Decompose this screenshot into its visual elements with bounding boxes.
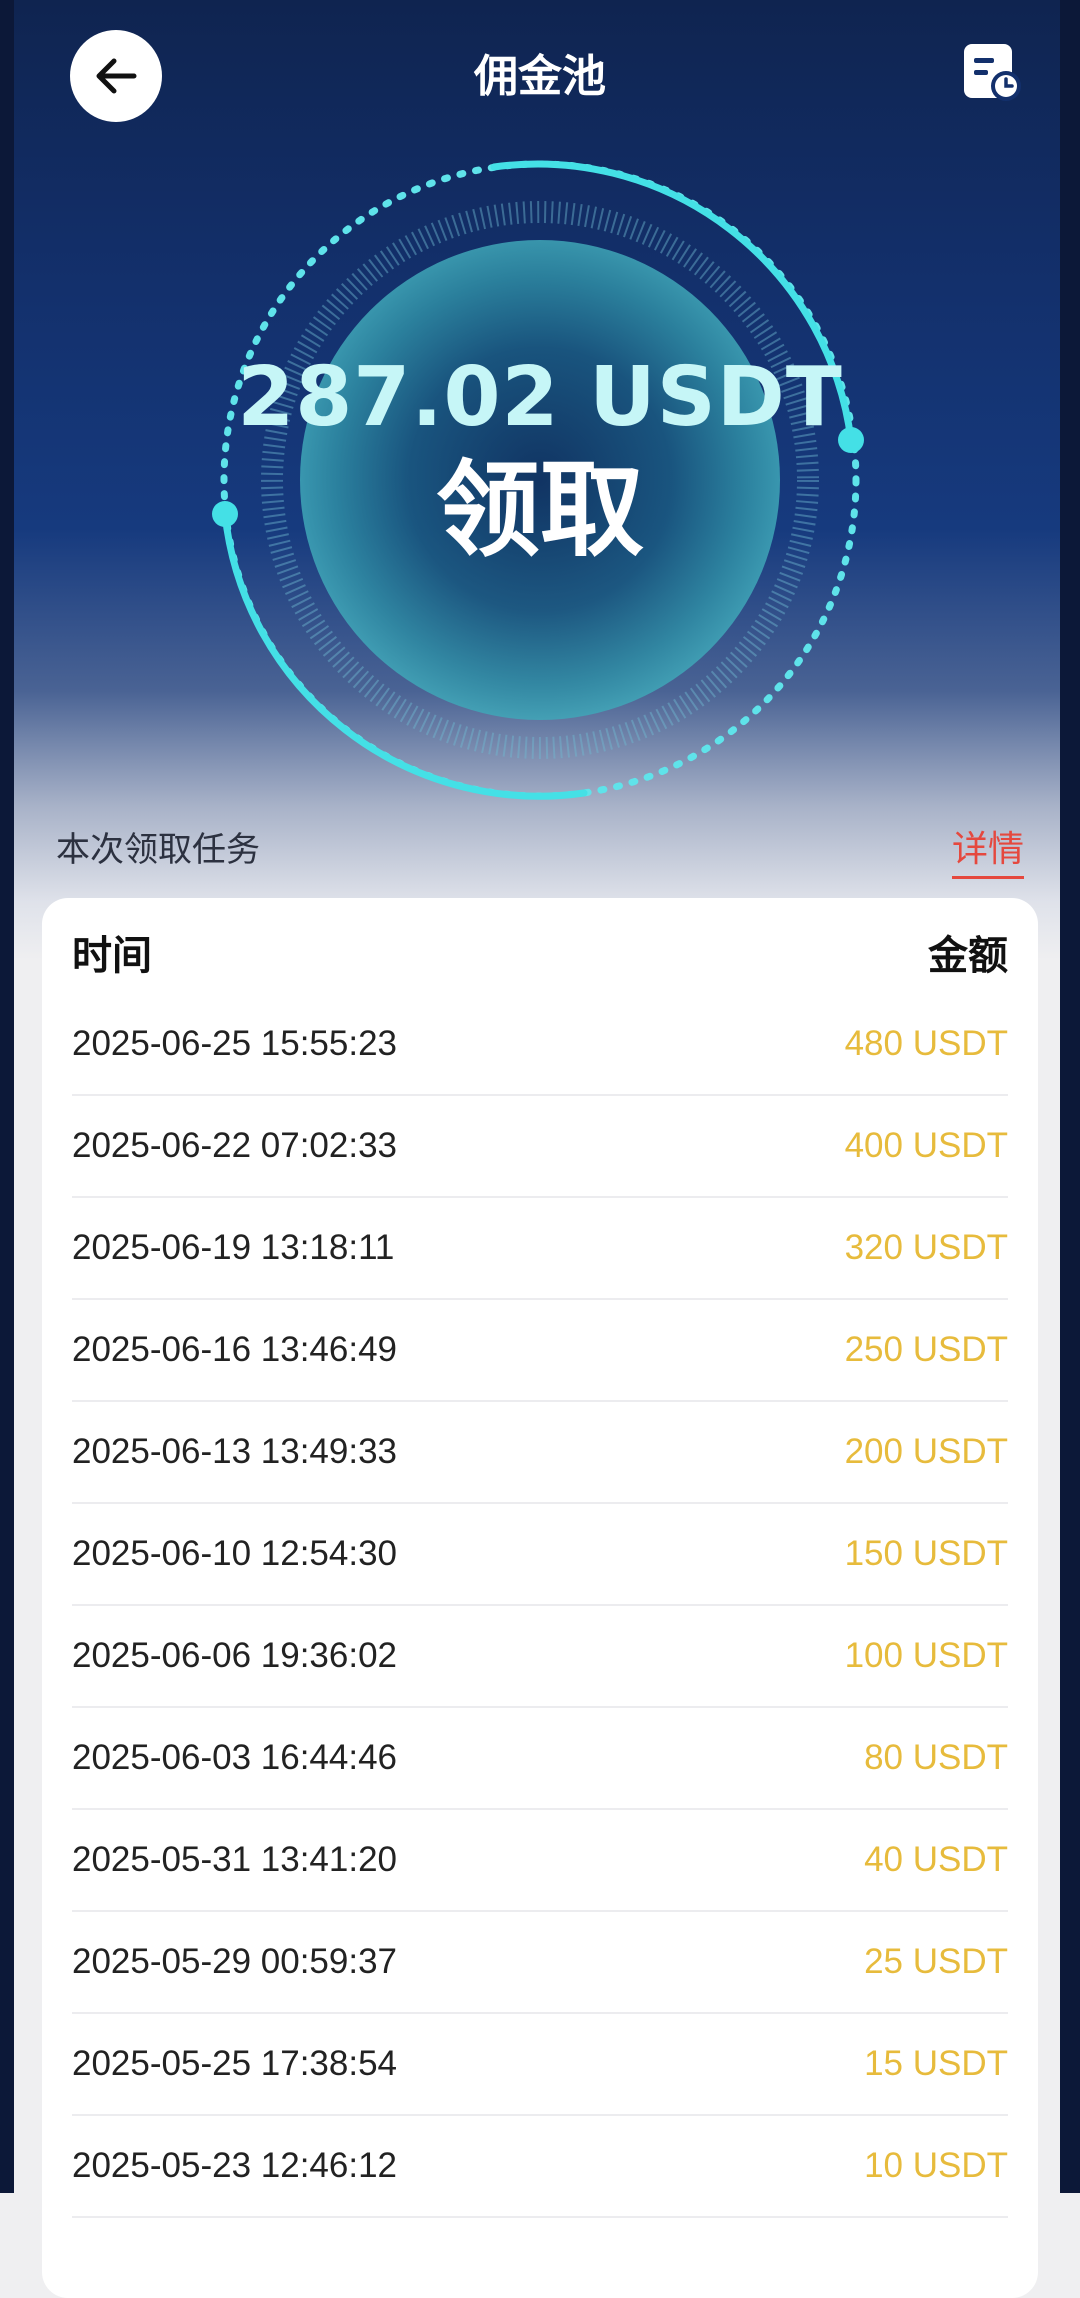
task-section-label: 本次领取任务 [56,830,260,870]
table-row: 2025-06-22 07:02:33 400 USDT [72,1096,1008,1198]
row-time: 2025-06-25 15:55:23 [72,1024,397,1063]
table-row: 2025-06-03 16:44:46 80 USDT [72,1708,1008,1810]
table-row: 2025-05-23 12:46:12 10 USDT [72,2116,1008,2218]
row-amount: 10 USDT [864,2146,1008,2185]
row-time: 2025-06-10 12:54:30 [72,1534,397,1573]
row-amount: 25 USDT [864,1942,1008,1981]
table-row: 2025-05-25 17:38:54 15 USDT [72,2014,1008,2116]
page-title: 佣金池 [474,51,606,102]
table-row: 2025-06-10 12:54:30 150 USDT [72,1504,1008,1606]
table-row: 2025-06-25 15:55:23 480 USDT [72,994,1008,1096]
row-amount: 80 USDT [864,1738,1008,1777]
pool-amount: 287.02 USDT [237,350,843,445]
column-time: 时间 [72,933,152,979]
left-edge [0,0,14,2193]
row-time: 2025-06-16 13:46:49 [72,1330,397,1369]
table-row: 2025-05-31 13:41:20 40 USDT [72,1810,1008,1912]
right-edge [1060,0,1080,2193]
row-time: 2025-05-23 12:46:12 [72,2146,397,2185]
row-time: 2025-06-13 13:49:33 [72,1432,397,1471]
row-amount: 400 USDT [844,1126,1008,1165]
table-row: 2025-06-16 13:46:49 250 USDT [72,1300,1008,1402]
row-amount: 150 USDT [844,1534,1008,1573]
row-time: 2025-06-03 16:44:46 [72,1738,397,1777]
table-row: 2025-06-13 13:49:33 200 USDT [72,1402,1008,1504]
row-amount: 200 USDT [844,1432,1008,1471]
row-amount: 100 USDT [844,1636,1008,1675]
row-time: 2025-06-19 13:18:11 [72,1228,395,1267]
column-amount: 金额 [928,933,1008,979]
row-amount: 480 USDT [844,1024,1008,1063]
history-button[interactable] [960,40,1024,104]
row-amount: 15 USDT [864,2044,1008,2083]
row-time: 2025-05-29 00:59:37 [72,1942,397,1981]
row-time: 2025-06-06 19:36:02 [72,1636,397,1675]
commission-record-card: 时间 金额 2025-06-25 15:55:23 480 USDT 2025-0… [42,898,1038,2298]
details-link[interactable]: 详情 [951,820,1024,879]
ring-knob-left [212,501,238,527]
row-time: 2025-06-22 07:02:33 [72,1126,397,1165]
table-row: 2025-05-29 00:59:37 25 USDT [72,1912,1008,2014]
row-amount: 320 USDT [844,1228,1008,1267]
row-time: 2025-05-31 13:41:20 [72,1840,397,1879]
claim-button[interactable]: 领取 [340,440,740,580]
record-list: 2025-06-25 15:55:23 480 USDT 2025-06-22 0… [72,994,1008,2218]
table-row: 2025-06-19 13:18:11 320 USDT [72,1198,1008,1300]
row-time: 2025-05-25 17:38:54 [72,2044,397,2083]
record-clock-icon [964,44,1021,101]
table-header: 时间 金额 [72,922,1008,982]
row-amount: 40 USDT [864,1840,1008,1879]
table-row: 2025-06-06 19:36:02 100 USDT [72,1606,1008,1708]
row-amount: 250 USDT [844,1330,1008,1369]
